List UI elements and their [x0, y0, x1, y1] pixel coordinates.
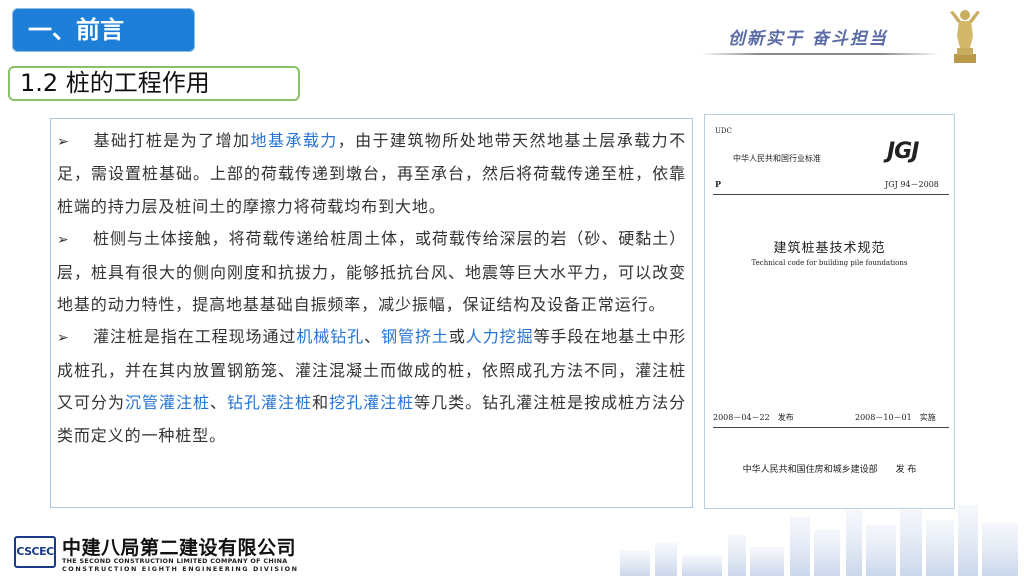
doc-logo: JGJ [887, 139, 919, 164]
bullet-icon: ➢ [57, 232, 70, 249]
bullet-icon: ➢ [57, 134, 70, 150]
paragraph-lateral-stiffness: ➢ 桩侧与土体接触，将荷载传递给桩周土体，或荷载传给深层的岩（砂、硬黏土）层，桩具… [57, 223, 686, 321]
doc-p-label: P [715, 179, 722, 189]
slogan: 创新实干 奋斗担当 [728, 29, 888, 49]
highlight-term: 人力挖掘 [465, 327, 534, 347]
highlight-term: 沉管灌注桩 [125, 393, 211, 413]
highlight-term: 机械钻孔 [296, 327, 365, 347]
text: 基础打桩是为了增加 [93, 131, 251, 150]
highlight-term: 钢管挤土 [381, 327, 449, 347]
highlight-term: 挖孔灌注桩 [329, 393, 415, 413]
doc-divider [713, 194, 949, 195]
highlight-term: 钻孔灌注桩 [227, 393, 313, 413]
header-title: 一、前言 [12, 8, 195, 52]
text: 灌注桩是指在工程现场通过 [93, 327, 297, 347]
content-box: ➢ 基础打桩是为了增加地基承载力，由于建筑物所处地带天然地基土层承载力不足，需设置… [50, 118, 693, 508]
company-name-en-line1: THE SECOND CONSTRUCTION LIMITED COMPANY … [62, 557, 288, 565]
text: 、 [210, 393, 228, 413]
doc-title-en: Technical code for building pile foundat… [751, 259, 908, 267]
text: 或 [448, 327, 466, 347]
doc-standard-type: 中华人民共和国行业标准 [733, 154, 821, 163]
doc-divider [713, 427, 949, 428]
doc-udc: UDC [715, 127, 732, 135]
statue-icon [950, 10, 980, 63]
company-name-en-line2: CONSTRUCTION EIGHTH ENGINEERING DIVISION [62, 565, 299, 573]
company-logo: CSCEC [14, 536, 56, 568]
text: 和 [312, 393, 330, 413]
doc-title-cn: 建筑桩基技术规范 [773, 241, 886, 256]
doc-publisher: 中华人民共和国住房和城乡建设部 发 布 [742, 465, 917, 475]
doc-issue-date: 2008－04－22 发布 [713, 413, 794, 422]
text: 、 [364, 327, 382, 347]
slogan-divider [700, 53, 940, 55]
bullet-icon: ➢ [57, 330, 70, 347]
company-name-cn: 中建八局第二建设有限公司 [62, 537, 297, 559]
skyline-decoration [620, 505, 1018, 576]
doc-impl-date: 2008－10－01 实施 [855, 413, 936, 422]
paragraph-load-capacity: ➢ 基础打桩是为了增加地基承载力，由于建筑物所处地带天然地基土层承载力不足，需设置… [57, 125, 686, 223]
section-title: 1.2 桩的工程作用 [8, 66, 300, 101]
highlight-term: 地基承载力 [250, 131, 338, 150]
text: 桩侧与土体接触，将荷载传递给桩周土体，或荷载传给深层的岩（砂、硬黏土）层，桩具有… [57, 229, 686, 315]
doc-code: JGJ 94－2008 [885, 180, 939, 189]
standard-cover-image: UDC 中华人民共和国行业标准 JGJ P JGJ 94－2008 建筑桩基技术… [704, 114, 955, 509]
paragraph-cast-in-place-pile: ➢ 灌注桩是指在工程现场通过机械钻孔、钢管挤土或人力挖掘等手段在地基土中形成桩孔，… [57, 321, 686, 452]
